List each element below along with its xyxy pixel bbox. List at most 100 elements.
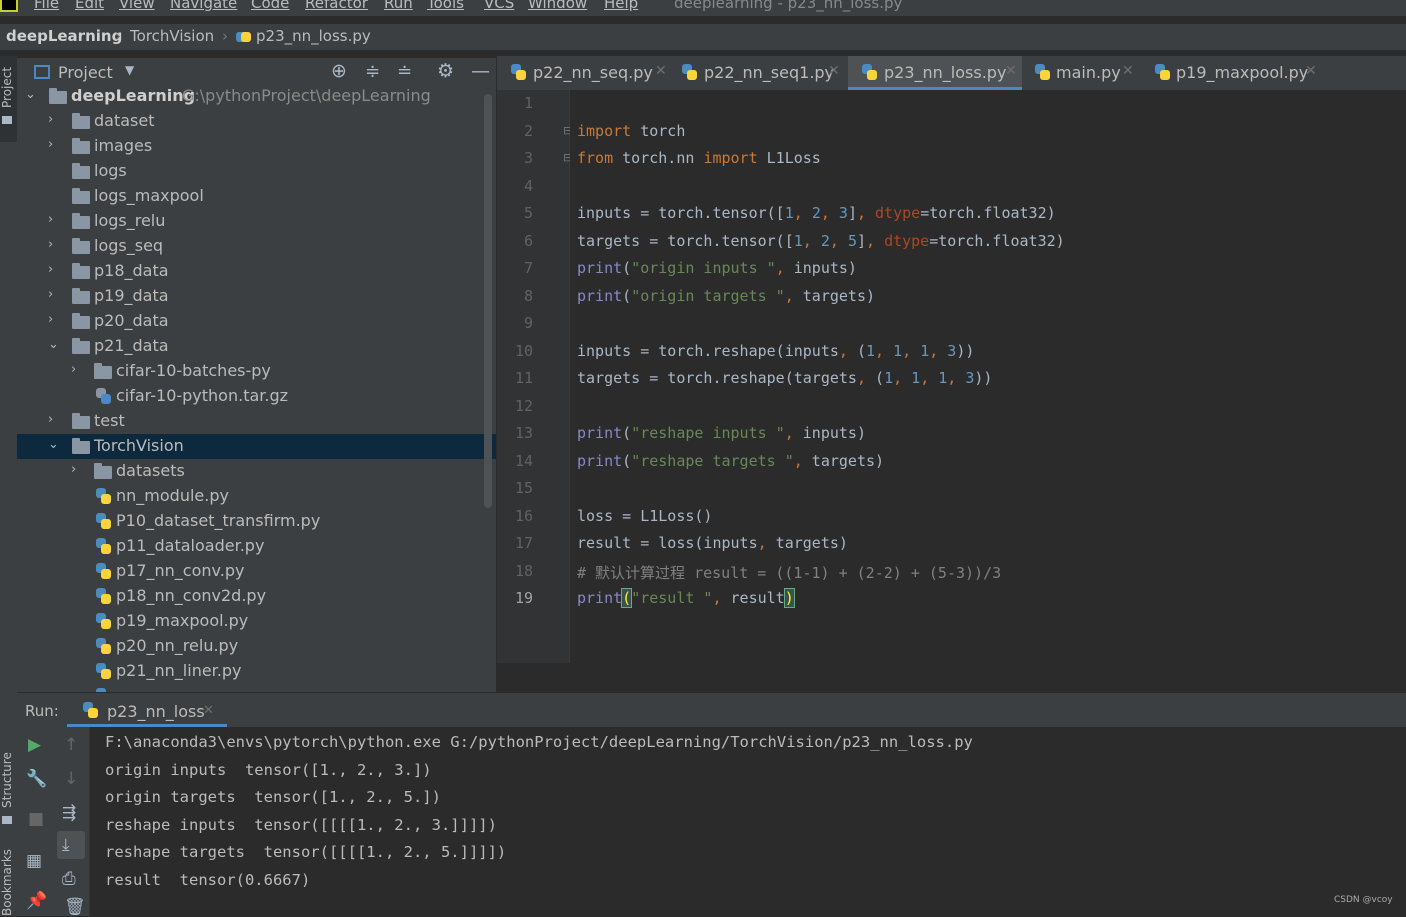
project-tool-label[interactable]: Project: [0, 67, 14, 108]
tab-p23-nn-loss[interactable]: p23_nn_loss.py ✕: [848, 56, 1022, 90]
tree-item-datasets[interactable]: › datasets: [17, 459, 496, 484]
tree-item-cifar-archive[interactable]: cifar-10-python.tar.gz: [17, 384, 496, 409]
chevron-down-icon[interactable]: ⌄: [48, 337, 59, 352]
chevron-down-icon[interactable]: ⌄: [48, 437, 59, 452]
run-toolbar-left: ▶ 🔧 ■ ▦ 📌: [17, 727, 53, 916]
code-line: loss = L1Loss(): [577, 506, 713, 525]
menu-tools[interactable]: Tools: [427, 0, 464, 12]
trash-icon[interactable]: 🗑: [64, 897, 86, 917]
arrow-up-icon[interactable]: ↑: [64, 735, 78, 755]
locate-file-icon[interactable]: ⊕: [331, 60, 347, 82]
stop-icon[interactable]: ■: [28, 809, 44, 829]
breadcrumb-file[interactable]: p23_nn_loss.py: [256, 27, 371, 45]
layout-icon[interactable]: ▦: [26, 851, 42, 871]
tree-item-torchvision[interactable]: ⌄ TorchVision: [17, 434, 496, 459]
line-number: 7: [523, 259, 533, 277]
chevron-right-icon[interactable]: ›: [71, 362, 76, 377]
menu-navigate[interactable]: Navigate: [170, 0, 237, 12]
console-output[interactable]: F:\anaconda3\envs\pytorch\python.exe G:/…: [90, 727, 1406, 916]
tree-item-p21-data[interactable]: ⌄ p21_data: [17, 334, 496, 359]
tree-item-logs-maxpool[interactable]: logs_maxpool: [17, 184, 496, 209]
folder-icon: [72, 188, 90, 204]
chevron-right-icon[interactable]: ›: [48, 212, 53, 227]
project-scrollbar[interactable]: [484, 94, 492, 508]
tree-item-logs[interactable]: logs: [17, 159, 496, 184]
close-icon[interactable]: ✕: [655, 63, 667, 79]
menu-vcs[interactable]: VCS: [484, 0, 514, 12]
soft-wrap-icon[interactable]: ⇶: [62, 803, 76, 823]
chevron-right-icon[interactable]: ›: [48, 412, 53, 427]
code-editor[interactable]: import torch from torch.nn import L1Loss i…: [570, 90, 1406, 663]
console-line: origin targets tensor([1., 2., 5.]): [105, 788, 441, 806]
tree-item-label: p11_dataloader.py: [116, 536, 265, 555]
collapse-all-icon[interactable]: ≐: [397, 61, 412, 82]
tree-item-dataset[interactable]: › dataset: [17, 109, 496, 134]
chevron-right-icon[interactable]: ›: [48, 237, 53, 252]
close-icon[interactable]: ✕: [1122, 63, 1134, 79]
close-icon[interactable]: ✕: [1305, 63, 1317, 79]
project-panel-title[interactable]: Project: [58, 63, 113, 82]
chevron-right-icon[interactable]: ›: [71, 462, 76, 477]
close-icon[interactable]: ✕: [1005, 63, 1017, 79]
scroll-to-end-icon[interactable]: ⤓: [62, 835, 70, 855]
close-icon[interactable]: ✕: [828, 63, 840, 79]
menu-code[interactable]: Code: [251, 0, 289, 12]
chevron-right-icon[interactable]: ›: [48, 112, 53, 127]
console-line: result tensor(0.6667): [105, 871, 311, 889]
tree-item-p20-data[interactable]: › p20_data: [17, 309, 496, 334]
tree-item-p10[interactable]: P10_dataset_transfirm.py: [17, 509, 496, 534]
tree-item-p18-data[interactable]: › p18_data: [17, 259, 496, 284]
tab-p22-nn-seq1[interactable]: p22_nn_seq1.py ✕: [674, 56, 841, 90]
tab-main[interactable]: main.py ✕: [1028, 56, 1138, 90]
tree-item-p19[interactable]: p19_maxpool.py: [17, 609, 496, 634]
tree-root[interactable]: ⌄ deepLearning G:\pythonProject\deepLear…: [17, 88, 496, 109]
close-icon[interactable]: ✕: [203, 703, 214, 718]
bookmarks-tool-label[interactable]: Bookmarks: [0, 849, 14, 916]
tab-p22-nn-seq[interactable]: p22_nn_seq.py ✕: [503, 56, 667, 90]
tree-item-p17[interactable]: p17_nn_conv.py: [17, 559, 496, 584]
tab-p19-maxpool[interactable]: p19_maxpool.py ✕: [1148, 56, 1318, 90]
chevron-right-icon[interactable]: ›: [48, 137, 53, 152]
arrow-down-icon[interactable]: ↓: [64, 769, 78, 789]
print-icon[interactable]: ⎙: [62, 869, 76, 889]
pin-icon[interactable]: 📌: [26, 891, 47, 911]
hide-panel-icon[interactable]: —: [471, 60, 490, 82]
tree-item-p18[interactable]: p18_nn_conv2d.py: [17, 584, 496, 609]
tree-item-label: p17_nn_conv.py: [116, 561, 245, 580]
dropdown-arrow-icon[interactable]: ▼: [125, 63, 134, 77]
chevron-right-icon[interactable]: ›: [48, 262, 53, 277]
console-line: origin inputs tensor([1., 2., 3.]): [105, 761, 432, 779]
expand-all-icon[interactable]: ≑: [365, 61, 380, 82]
tree-item-p20[interactable]: p20_nn_relu.py: [17, 634, 496, 659]
structure-tool-label[interactable]: Structure: [0, 752, 14, 808]
gear-icon[interactable]: ⚙: [437, 60, 454, 82]
run-icon[interactable]: ▶: [28, 735, 41, 755]
chevron-right-icon[interactable]: ›: [48, 312, 53, 327]
tree-item-p11[interactable]: p11_dataloader.py: [17, 534, 496, 559]
tree-item-partial[interactable]: [17, 684, 496, 692]
tree-item-p21[interactable]: p21_nn_liner.py: [17, 659, 496, 684]
tab-label: p23_nn_loss.py: [884, 63, 1007, 82]
chevron-right-icon[interactable]: ›: [48, 287, 53, 302]
run-tab-label: p23_nn_loss: [107, 702, 205, 721]
menu-file[interactable]: File: [34, 0, 59, 12]
menu-refactor[interactable]: Refactor: [305, 0, 368, 12]
tree-item-logs-relu[interactable]: › logs_relu: [17, 209, 496, 234]
menu-view[interactable]: View: [119, 0, 155, 12]
tree-item-cifar-batches[interactable]: › cifar-10-batches-py: [17, 359, 496, 384]
tree-item-images[interactable]: › images: [17, 134, 496, 159]
menu-window[interactable]: Window: [528, 0, 587, 12]
menu-help[interactable]: Help: [604, 0, 638, 12]
tree-item-p19-data[interactable]: › p19_data: [17, 284, 496, 309]
chevron-down-icon[interactable]: ⌄: [25, 88, 36, 102]
menu-run[interactable]: Run: [384, 0, 413, 12]
line-number: 14: [514, 452, 533, 470]
breadcrumb-folder[interactable]: TorchVision: [130, 27, 214, 45]
run-tab[interactable]: p23_nn_loss ✕: [67, 693, 227, 727]
menu-edit[interactable]: Edit: [75, 0, 104, 12]
breadcrumb-project[interactable]: deepLearning: [6, 27, 122, 45]
tree-item-test[interactable]: › test: [17, 409, 496, 434]
tree-item-logs-seq[interactable]: › logs_seq: [17, 234, 496, 259]
wrench-icon[interactable]: 🔧: [26, 769, 47, 789]
tree-item-nn-module[interactable]: nn_module.py: [17, 484, 496, 509]
